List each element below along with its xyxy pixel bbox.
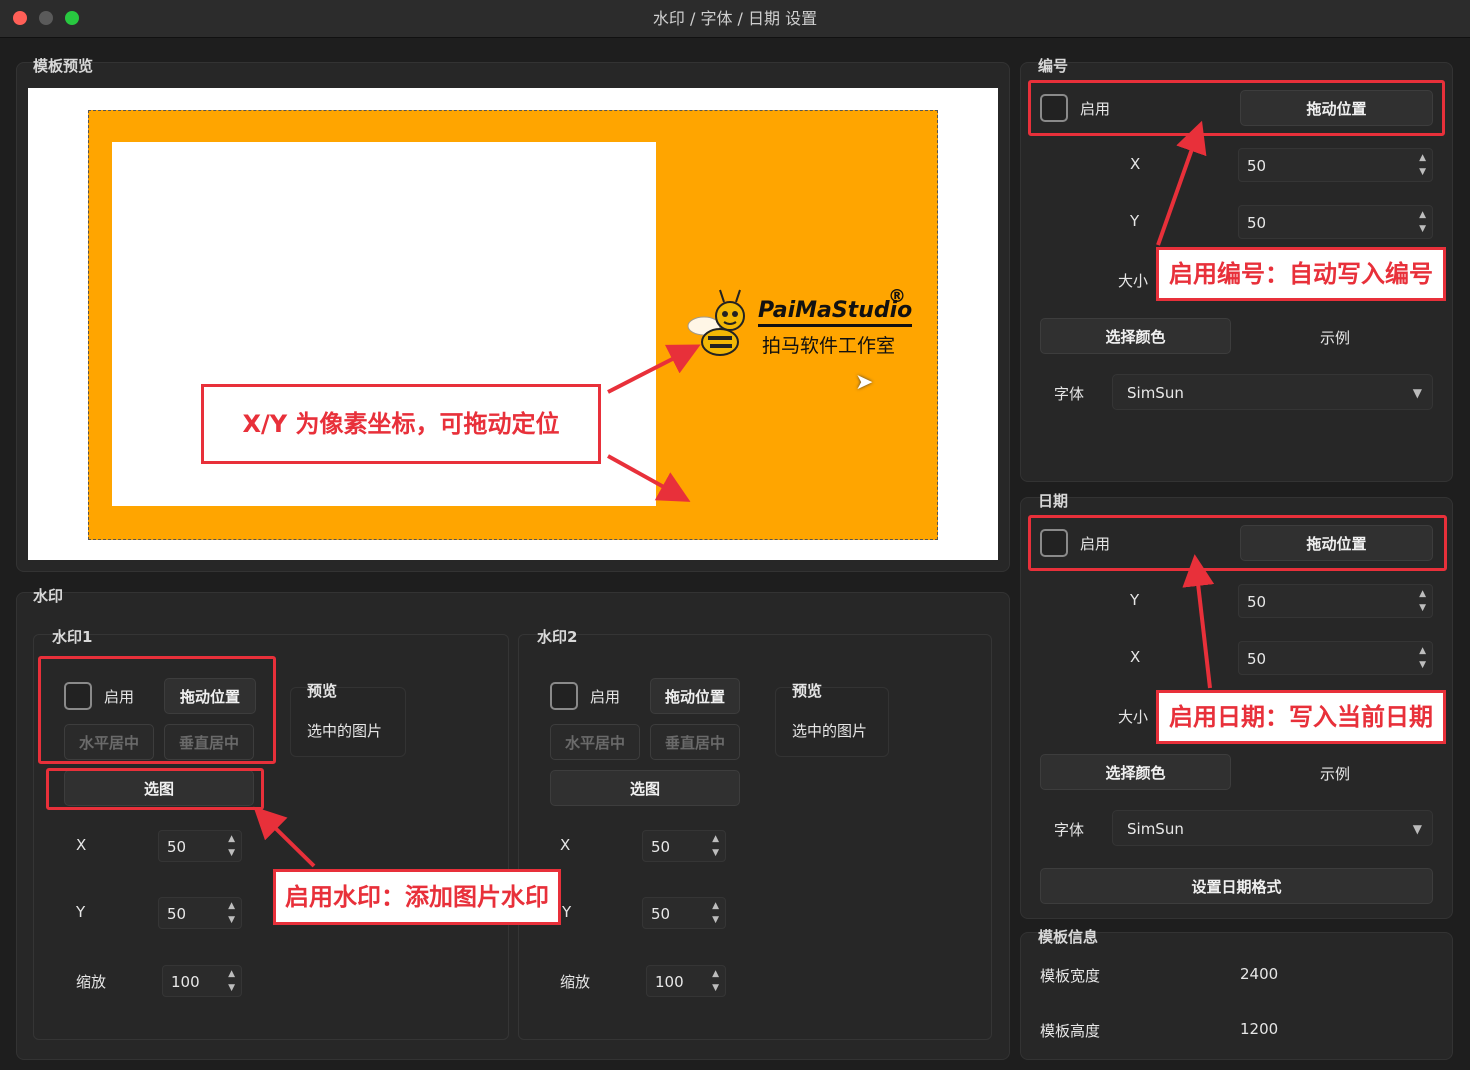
number-font-label: 字体 bbox=[1054, 385, 1085, 403]
date-size-label: 大小 bbox=[1118, 708, 1149, 726]
spin-up-icon[interactable]: ▲ bbox=[1419, 153, 1426, 163]
watermark2-hcenter-button[interactable]: 水平居中 bbox=[550, 724, 640, 760]
number-y-value: 50 bbox=[1247, 214, 1267, 232]
watermark1-scale-spinbox[interactable]: 100 ▲ ▼ bbox=[162, 965, 242, 997]
date-annotation-callout: 启用日期：写入当前日期 bbox=[1156, 690, 1446, 744]
spin-up-icon[interactable]: ▲ bbox=[228, 834, 235, 844]
spin-down-icon[interactable]: ▼ bbox=[712, 848, 719, 858]
template-width-value: 2400 bbox=[1240, 965, 1279, 983]
watermark2-scale-spinbox[interactable]: 100 ▲ ▼ bbox=[646, 965, 726, 997]
watermark1-y-value: 50 bbox=[167, 905, 187, 923]
template-info-label: 模板信息 bbox=[1038, 928, 1099, 946]
number-choose-color-button[interactable]: 选择颜色 bbox=[1040, 318, 1231, 354]
watermark1-y-spinbox[interactable]: 50 ▲ ▼ bbox=[158, 897, 242, 929]
watermark2-scale-value: 100 bbox=[655, 973, 684, 991]
watermark2-choose-image-button[interactable]: 选图 bbox=[550, 770, 740, 806]
date-highlight-box bbox=[1028, 515, 1447, 571]
watermark1-x-label: X bbox=[76, 836, 87, 854]
watermark2-x-label: X bbox=[560, 836, 571, 854]
number-annotation-callout: 启用编号：自动写入编号 bbox=[1156, 247, 1446, 301]
spin-up-icon[interactable]: ▲ bbox=[228, 901, 235, 911]
spin-down-icon[interactable]: ▼ bbox=[1419, 603, 1426, 613]
watermark2-label: 水印2 bbox=[537, 628, 578, 646]
spin-up-icon[interactable]: ▲ bbox=[712, 834, 719, 844]
number-x-label: X bbox=[1130, 155, 1141, 173]
watermark2-scale-label: 缩放 bbox=[560, 973, 591, 991]
watermark2-preview-label: 预览 bbox=[792, 682, 823, 700]
spin-up-icon[interactable]: ▲ bbox=[1419, 589, 1426, 599]
spin-up-icon[interactable]: ▲ bbox=[228, 969, 235, 979]
number-x-spinbox[interactable]: 50 ▲ ▼ bbox=[1238, 148, 1433, 182]
number-font-select[interactable]: SimSun ▼ bbox=[1112, 374, 1433, 410]
logo-registered-mark: ® bbox=[888, 286, 906, 307]
date-y-spinbox[interactable]: 50 ▲ ▼ bbox=[1238, 584, 1433, 618]
template-width-label: 模板宽度 bbox=[1040, 967, 1101, 985]
watermark2-enable-label: 启用 bbox=[590, 688, 621, 706]
watermark2-y-spinbox[interactable]: 50 ▲ ▼ bbox=[642, 897, 726, 929]
bee-logo-icon[interactable] bbox=[684, 286, 754, 362]
number-size-label: 大小 bbox=[1118, 272, 1149, 290]
spin-down-icon[interactable]: ▼ bbox=[228, 983, 235, 993]
chevron-down-icon: ▼ bbox=[1412, 822, 1422, 836]
logo-chinese-name: 拍马软件工作室 bbox=[762, 335, 896, 357]
template-height-value: 1200 bbox=[1240, 1020, 1279, 1038]
watermark2-y-label: Y bbox=[562, 903, 572, 921]
number-y-label: Y bbox=[1130, 212, 1140, 230]
watermark2-preview-text: 选中的图片 bbox=[792, 722, 868, 740]
watermark1-y-label: Y bbox=[76, 903, 86, 921]
spin-down-icon[interactable]: ▼ bbox=[228, 848, 235, 858]
date-x-label: X bbox=[1130, 648, 1141, 666]
date-group-label: 日期 bbox=[1038, 492, 1069, 510]
date-sample-label: 示例 bbox=[1320, 765, 1351, 783]
number-highlight-box bbox=[1028, 80, 1445, 136]
watermark1-enable-highlight-box bbox=[38, 656, 276, 764]
spin-down-icon[interactable]: ▼ bbox=[228, 915, 235, 925]
watermark-group-label: 水印 bbox=[33, 587, 64, 605]
date-y-label: Y bbox=[1130, 591, 1140, 609]
window-title: 水印 / 字体 / 日期 设置 bbox=[652, 9, 818, 28]
watermark-annotation-callout: 启用水印：添加图片水印 bbox=[273, 869, 561, 925]
spin-up-icon[interactable]: ▲ bbox=[1419, 210, 1426, 220]
date-x-spinbox[interactable]: 50 ▲ ▼ bbox=[1238, 641, 1433, 675]
watermark1-label: 水印1 bbox=[52, 628, 93, 646]
watermark2-x-value: 50 bbox=[651, 838, 671, 856]
template-height-label: 模板高度 bbox=[1040, 1022, 1101, 1040]
spin-up-icon[interactable]: ▲ bbox=[712, 901, 719, 911]
date-font-select[interactable]: SimSun ▼ bbox=[1112, 810, 1433, 846]
chevron-down-icon: ▼ bbox=[1412, 386, 1422, 400]
date-y-value: 50 bbox=[1247, 593, 1267, 611]
watermark1-x-spinbox[interactable]: 50 ▲ ▼ bbox=[158, 830, 242, 862]
xy-annotation-callout: X/Y 为像素坐标，可拖动定位 bbox=[201, 384, 601, 464]
date-format-button[interactable]: 设置日期格式 bbox=[1040, 868, 1433, 904]
number-font-value: SimSun bbox=[1127, 384, 1184, 402]
spin-up-icon[interactable]: ▲ bbox=[1419, 646, 1426, 656]
watermark1-preview-label: 预览 bbox=[307, 682, 338, 700]
number-x-value: 50 bbox=[1247, 157, 1267, 175]
spin-down-icon[interactable]: ▼ bbox=[1419, 224, 1426, 234]
spin-down-icon[interactable]: ▼ bbox=[712, 983, 719, 993]
watermark2-enable-checkbox[interactable] bbox=[550, 682, 578, 710]
watermark1-scale-value: 100 bbox=[171, 973, 200, 991]
spin-down-icon[interactable]: ▼ bbox=[1419, 167, 1426, 177]
date-choose-color-button[interactable]: 选择颜色 bbox=[1040, 754, 1231, 790]
template-preview-label: 模板预览 bbox=[33, 57, 94, 75]
watermark2-drag-button[interactable]: 拖动位置 bbox=[650, 678, 740, 714]
watermark2-y-value: 50 bbox=[651, 905, 671, 923]
watermark2-vcenter-button[interactable]: 垂直居中 bbox=[650, 724, 740, 760]
number-sample-label: 示例 bbox=[1320, 329, 1351, 347]
watermark1-x-value: 50 bbox=[167, 838, 187, 856]
cursor-icon: ➤ bbox=[855, 370, 874, 395]
number-y-spinbox[interactable]: 50 ▲ ▼ bbox=[1238, 205, 1433, 239]
number-group-label: 编号 bbox=[1038, 57, 1069, 75]
watermark2-x-spinbox[interactable]: 50 ▲ ▼ bbox=[642, 830, 726, 862]
watermark1-choose-highlight-box bbox=[46, 768, 264, 810]
spin-up-icon[interactable]: ▲ bbox=[712, 969, 719, 979]
date-x-value: 50 bbox=[1247, 650, 1267, 668]
watermark1-preview-text: 选中的图片 bbox=[307, 722, 383, 740]
spin-down-icon[interactable]: ▼ bbox=[1419, 660, 1426, 670]
date-font-label: 字体 bbox=[1054, 821, 1085, 839]
spin-down-icon[interactable]: ▼ bbox=[712, 915, 719, 925]
watermark1-scale-label: 缩放 bbox=[76, 973, 107, 991]
date-font-value: SimSun bbox=[1127, 820, 1184, 838]
